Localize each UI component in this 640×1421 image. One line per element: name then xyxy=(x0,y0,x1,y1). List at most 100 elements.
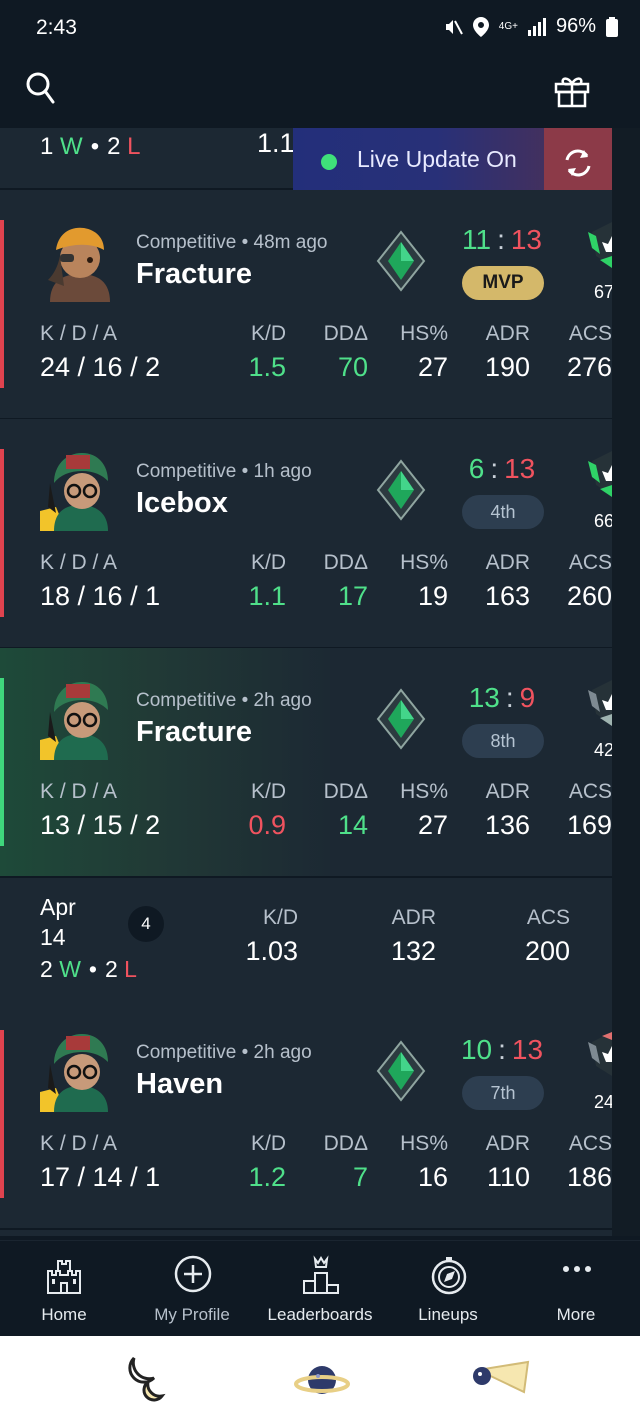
location-icon xyxy=(472,16,489,37)
status-bar: 2:43 4G+ 96% xyxy=(0,0,640,58)
stat-acs: ACS 186 xyxy=(566,1132,612,1192)
stat-kd: K/D 0.9 xyxy=(248,780,286,840)
podium-icon xyxy=(303,1255,339,1294)
day-acs: ACS 200 xyxy=(524,906,570,966)
stat-kd: K/D 1.2 xyxy=(248,1132,286,1192)
system-navigation-bar xyxy=(0,1336,640,1421)
result-bar xyxy=(0,220,4,388)
planet-icon[interactable] xyxy=(294,1358,350,1402)
nav-leaderboards[interactable]: Leaderboards xyxy=(256,1241,384,1337)
rr-value: 665 xyxy=(594,511,612,531)
bottom-navigation: Home My Profile Leaderboards Lineups Mor… xyxy=(0,1240,640,1336)
stat-kd: K/D 1.5 xyxy=(248,322,286,382)
agent-portrait-icon xyxy=(40,453,108,531)
win-loss-record: 2 W • 2 L xyxy=(40,956,137,982)
stat-kd: K/D 1.1 xyxy=(248,551,286,611)
match-history-list[interactable]: 1 W•2 L 1.17 164 235 Live Update On Comp… xyxy=(0,128,612,1236)
match-mode-time: Competitive • 48m ago xyxy=(136,232,328,253)
nav-home[interactable]: Home xyxy=(0,1241,128,1337)
win-loss-record: 1 W • 2 L xyxy=(40,133,141,160)
rr-badge-icon xyxy=(588,451,612,497)
stat-kda: K / D / A 13 / 15 / 2 xyxy=(40,780,161,840)
stat-hs: HS% 27 xyxy=(400,780,448,840)
battery-percent: 96% xyxy=(555,15,596,37)
stat-kda: K / D / A 18 / 16 / 1 xyxy=(40,551,161,611)
gift-icon[interactable] xyxy=(552,70,592,110)
rank-emerald-icon xyxy=(376,1040,426,1102)
stat-adr: ADR 190 xyxy=(484,322,530,382)
match-mode-time: Competitive • 2h ago xyxy=(136,1042,312,1063)
rr-value: 672 xyxy=(594,282,612,302)
match-score: 13:9 xyxy=(468,682,536,713)
map-name: Haven xyxy=(136,1068,224,1100)
nav-my-profile[interactable]: My Profile xyxy=(128,1241,256,1337)
stat-kda: K / D / A 24 / 16 / 2 xyxy=(40,322,161,382)
rank-emerald-icon xyxy=(376,230,426,292)
stat-acs: ACS 276 xyxy=(566,322,612,382)
placement-badge: 7th xyxy=(462,1076,544,1110)
live-indicator-dot xyxy=(321,154,337,170)
live-update-label: Live Update On xyxy=(357,146,517,172)
rr-value: 427 xyxy=(594,740,612,760)
nav-label: Lineups xyxy=(418,1305,478,1324)
map-name: Fracture xyxy=(136,258,253,290)
stat-dd: DDΔ 7 xyxy=(323,1132,368,1192)
result-bar xyxy=(0,678,4,846)
day-date: Apr 14 xyxy=(40,894,76,950)
battery-icon xyxy=(606,16,618,37)
match-card[interactable]: Competitive • 2h ago Fracture 13:9 8th 4… xyxy=(0,648,612,876)
comet-icon[interactable] xyxy=(468,1358,530,1402)
status-icons: 4G+ 96% xyxy=(443,15,618,38)
stat-acs: ACS 260 xyxy=(566,551,612,611)
stat-acs: ACS 169 xyxy=(566,780,612,840)
refresh-icon xyxy=(565,149,591,177)
scrollbar[interactable] xyxy=(612,128,640,1236)
nav-label: My Profile xyxy=(154,1305,230,1324)
stat-hs: HS% 19 xyxy=(400,551,448,611)
placement-badge: 8th xyxy=(462,724,544,758)
rr-badge-icon xyxy=(588,680,612,726)
result-bar xyxy=(0,1030,4,1198)
day-kd: K/D 1.03 xyxy=(245,906,298,966)
match-score: 10:13 xyxy=(460,1034,544,1065)
next-card-edge xyxy=(0,1230,612,1236)
stat-adr: ADR 136 xyxy=(484,780,530,840)
nav-label: Leaderboards xyxy=(267,1305,373,1324)
stat-dd: DDΔ 17 xyxy=(323,551,368,611)
moon-icon[interactable] xyxy=(118,1354,172,1408)
stat-kda: K / D / A 17 / 14 / 1 xyxy=(40,1132,161,1192)
day-summary[interactable]: Apr 14 4 2 W • 2 L K/D 1.03 ADR 132 ACS 200 xyxy=(0,878,612,1000)
map-name: Fracture xyxy=(136,716,253,748)
app-bar xyxy=(0,58,640,128)
agent-portrait-icon xyxy=(40,682,108,760)
stat-hs: HS% 16 xyxy=(400,1132,448,1192)
rank-emerald-icon xyxy=(376,688,426,750)
match-card[interactable]: Competitive • 48m ago Fracture 11:13 MVP… xyxy=(0,190,612,418)
plus-circle-icon xyxy=(174,1255,212,1293)
castle-icon xyxy=(47,1260,81,1294)
live-update-banner[interactable]: Live Update On xyxy=(293,128,612,198)
stat-adr: ADR 163 xyxy=(484,551,530,611)
search-icon[interactable] xyxy=(22,68,62,108)
mvp-badge: MVP xyxy=(462,266,544,300)
map-name: Icebox xyxy=(136,487,228,519)
nav-more[interactable]: More xyxy=(512,1241,640,1337)
refresh-button[interactable] xyxy=(544,128,612,198)
rr-badge-icon xyxy=(588,1032,612,1076)
stat-dd: DDΔ 14 xyxy=(323,780,368,840)
scrollbar-thumb[interactable] xyxy=(612,128,640,1236)
match-score: 11:13 xyxy=(461,224,542,255)
agent-portrait-icon xyxy=(48,227,110,302)
nav-lineups[interactable]: Lineups xyxy=(384,1241,512,1337)
match-card[interactable]: Competitive • 1h ago Icebox 6:13 4th 665… xyxy=(0,419,612,647)
match-score: 6:13 xyxy=(468,453,536,484)
placement-badge: 4th xyxy=(462,495,544,529)
match-mode-time: Competitive • 2h ago xyxy=(136,690,312,711)
rank-emerald-icon xyxy=(376,459,426,521)
rr-badge-icon xyxy=(588,222,612,268)
match-card[interactable]: Competitive • 2h ago Haven 10:13 7th 244… xyxy=(0,1000,612,1228)
agent-portrait-icon xyxy=(40,1034,108,1112)
status-time: 2:43 xyxy=(36,16,77,39)
stat-hs: HS% 27 xyxy=(400,322,448,382)
mute-icon xyxy=(445,19,463,34)
